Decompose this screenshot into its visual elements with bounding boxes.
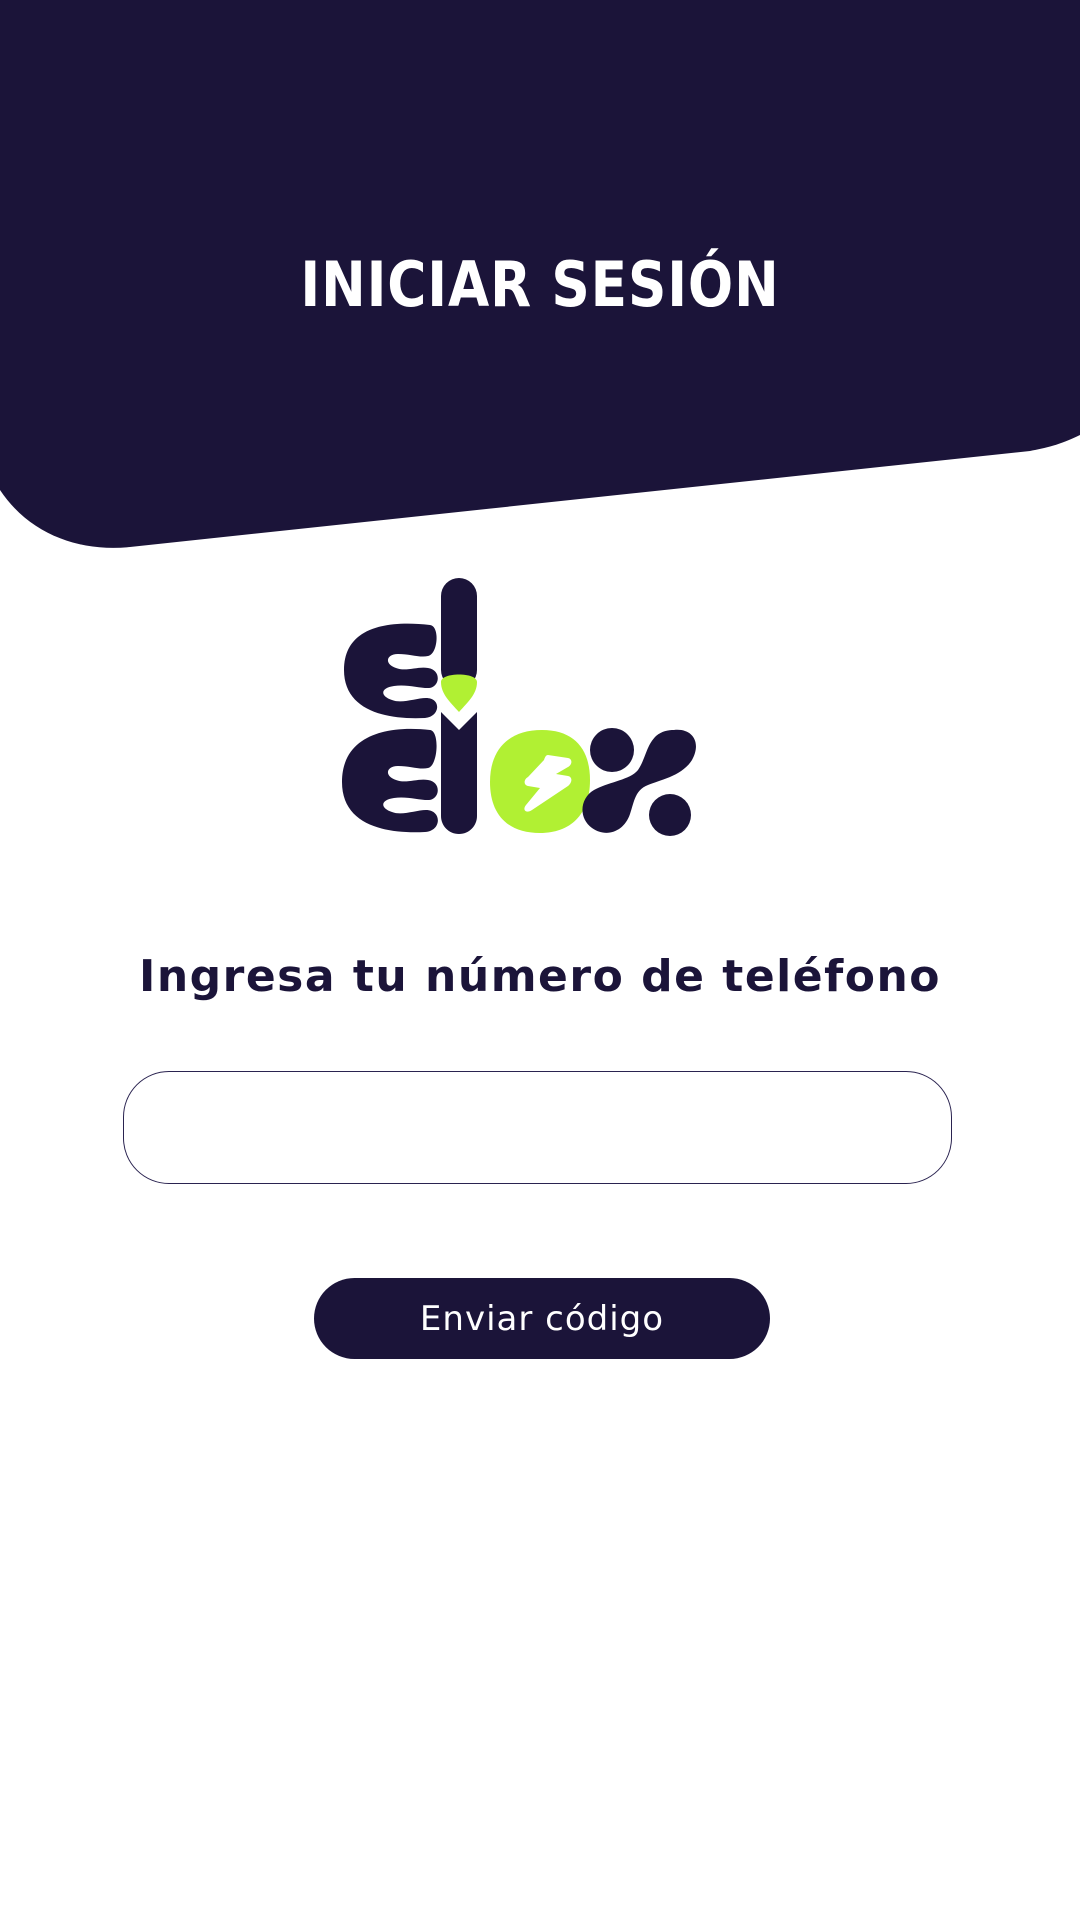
logo-letter-x-dot-top: [590, 728, 634, 772]
logo-letter-l-upper: [441, 578, 477, 688]
logo-letter-c-lower: [342, 728, 438, 833]
logo-letter-c-upper: [344, 623, 438, 719]
phone-prompt-heading: Ingresa tu número de teléfono: [138, 951, 942, 1002]
send-code-button[interactable]: Enviar código: [314, 1278, 770, 1359]
phone-number-input[interactable]: [123, 1071, 952, 1184]
page-title: INICIAR SESIÓN: [300, 248, 780, 321]
logo-letter-x-dot-bottom: [649, 794, 691, 836]
clicx-logo: [342, 578, 696, 836]
logo-drip: [441, 674, 477, 712]
logo-letter-l-lower: [441, 712, 477, 834]
